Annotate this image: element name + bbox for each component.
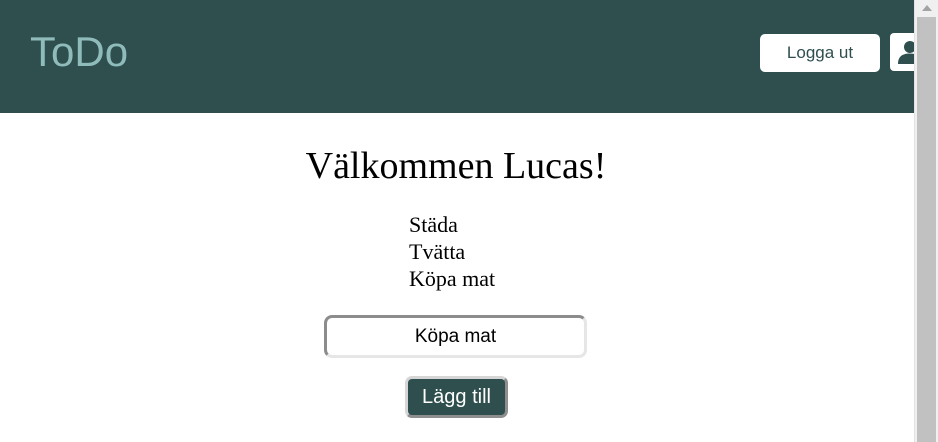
welcome-heading: Välkommen Lucas!	[305, 145, 607, 187]
todo-item: Köpa mat	[409, 266, 496, 291]
add-todo-button[interactable]: Lägg till	[405, 376, 508, 418]
profile-button[interactable]	[890, 33, 914, 71]
app-header: ToDo Logga ut	[0, 0, 914, 113]
new-todo-input[interactable]	[324, 315, 587, 358]
todo-list: Städa Tvätta Köpa mat	[409, 211, 495, 292]
scroll-up-arrow-icon[interactable]	[922, 5, 932, 11]
todo-item: Städa	[409, 212, 458, 237]
logout-button[interactable]: Logga ut	[760, 34, 880, 72]
vertical-scrollbar[interactable]	[914, 0, 938, 442]
app-viewport: ToDo Logga ut Välkommen Lucas! Städa Tvä…	[0, 0, 938, 442]
brand-logo: ToDo	[30, 28, 129, 75]
main-content: Välkommen Lucas! Städa Tvätta Köpa mat L…	[0, 113, 914, 442]
user-icon	[898, 41, 914, 64]
todo-item: Tvätta	[409, 239, 466, 264]
scrollbar-thumb[interactable]	[917, 17, 936, 442]
